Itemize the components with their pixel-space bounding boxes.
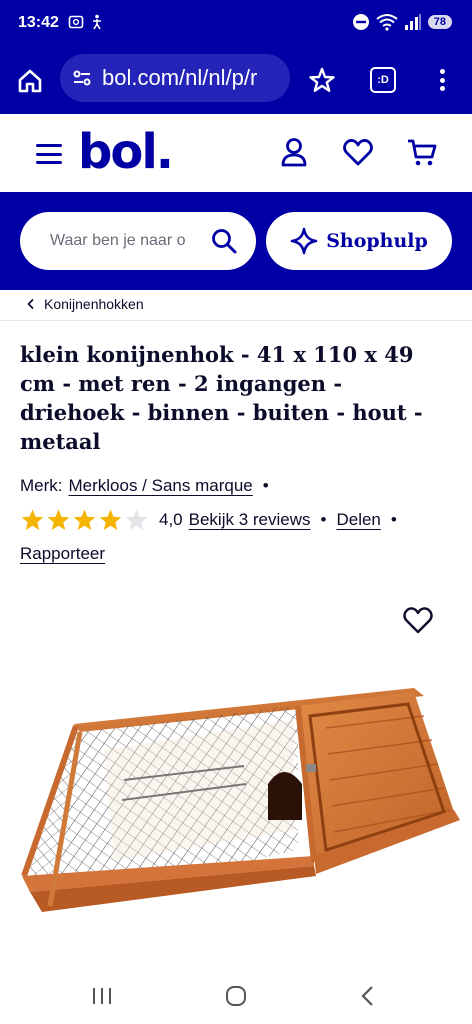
heart-icon[interactable] xyxy=(342,136,374,168)
home-nav-icon[interactable] xyxy=(222,982,250,1010)
bol-logo[interactable]: bol. xyxy=(78,124,174,180)
divider xyxy=(0,320,472,321)
home-icon[interactable] xyxy=(16,67,44,95)
browser-toolbar: bol.com/nl/nl/p/r :D xyxy=(0,48,472,114)
screenshot-icon xyxy=(68,15,84,29)
star-filled-icon xyxy=(73,509,96,530)
more-vert-icon[interactable] xyxy=(432,66,452,94)
accessibility-icon xyxy=(93,14,101,30)
hamburger-icon[interactable] xyxy=(36,144,62,164)
user-icon[interactable] xyxy=(278,136,310,168)
search-band: Waar ben je naar o Shophulp xyxy=(0,192,472,290)
breadcrumb-label[interactable]: Konijnenhokken xyxy=(44,296,144,312)
star-rating[interactable] xyxy=(20,508,149,532)
share-link[interactable]: Delen xyxy=(336,510,380,530)
chevron-left-icon xyxy=(27,298,34,310)
status-bar: 13:42 78 xyxy=(0,0,472,48)
brand-link[interactable]: Merkloos / Sans marque xyxy=(69,476,253,496)
system-nav-bar xyxy=(0,968,472,1024)
product-image[interactable] xyxy=(14,680,460,920)
reviews-link[interactable]: Bekijk 3 reviews xyxy=(189,510,311,530)
brand-line: Merk: Merkloos / Sans marque • xyxy=(20,476,273,496)
search-input[interactable]: Waar ben je naar o xyxy=(20,212,256,270)
status-time: 13:42 xyxy=(18,14,59,31)
star-empty-icon xyxy=(125,509,148,530)
wishlist-heart-icon[interactable] xyxy=(402,604,434,636)
status-left-icons xyxy=(68,14,104,30)
report-line: Rapporteer xyxy=(20,544,105,564)
separator-dot: • xyxy=(320,510,327,529)
rating-value: 4,0 xyxy=(159,510,183,529)
brand-prefix: Merk: xyxy=(20,476,63,495)
shophulp-button[interactable]: Shophulp xyxy=(266,212,452,270)
recent-apps-icon[interactable] xyxy=(88,982,116,1010)
url-text[interactable]: bol.com/nl/nl/p/r xyxy=(102,65,257,91)
tab-switcher-button[interactable]: :D xyxy=(370,67,396,93)
sparkle-icon xyxy=(290,227,318,255)
cart-icon[interactable] xyxy=(406,136,438,168)
search-placeholder[interactable]: Waar ben je naar o xyxy=(50,232,200,250)
shophulp-label: Shophulp xyxy=(326,230,428,252)
separator-dot: • xyxy=(262,476,269,495)
do-not-disturb-icon xyxy=(352,14,369,30)
star-filled-icon xyxy=(47,509,70,530)
product-title: klein konijnenhok - 41 x 110 x 49 cm - m… xyxy=(20,342,423,454)
star-outline-icon[interactable] xyxy=(308,66,336,94)
address-bar[interactable]: bol.com/nl/nl/p/r xyxy=(60,54,290,102)
rating-line: 4,0 Bekijk 3 reviews • Delen • xyxy=(20,508,401,532)
separator-dot: • xyxy=(390,510,397,529)
battery-indicator: 78 xyxy=(427,15,452,29)
breadcrumb[interactable]: Konijnenhokken xyxy=(26,296,144,312)
star-filled-icon xyxy=(99,509,122,530)
tune-icon[interactable] xyxy=(72,68,92,88)
signal-icon xyxy=(404,14,421,30)
wifi-icon xyxy=(376,14,398,31)
status-right-icons: 78 xyxy=(352,13,452,31)
back-icon[interactable] xyxy=(354,982,382,1010)
star-filled-icon xyxy=(21,509,44,530)
search-icon[interactable] xyxy=(210,227,238,255)
report-link[interactable]: Rapporteer xyxy=(20,544,105,564)
site-header: bol. xyxy=(0,114,472,192)
